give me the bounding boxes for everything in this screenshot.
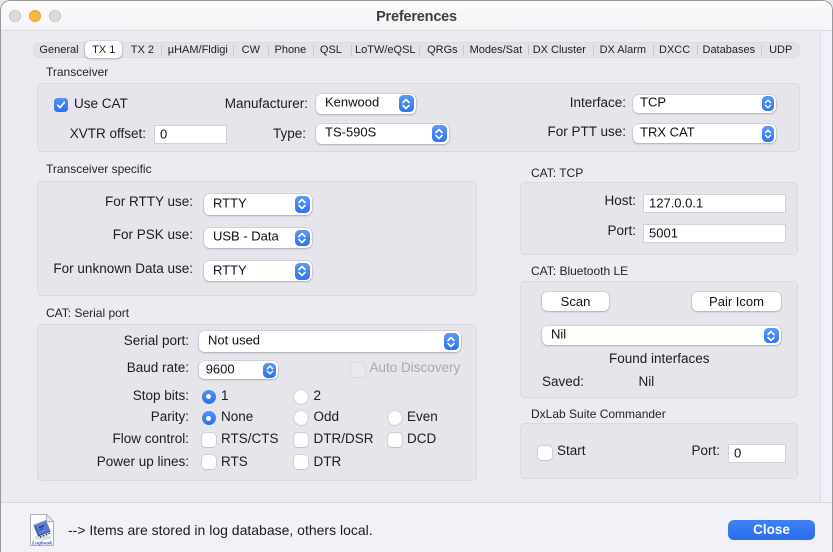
svg-text:Logbook: Logbook <box>31 540 52 546</box>
